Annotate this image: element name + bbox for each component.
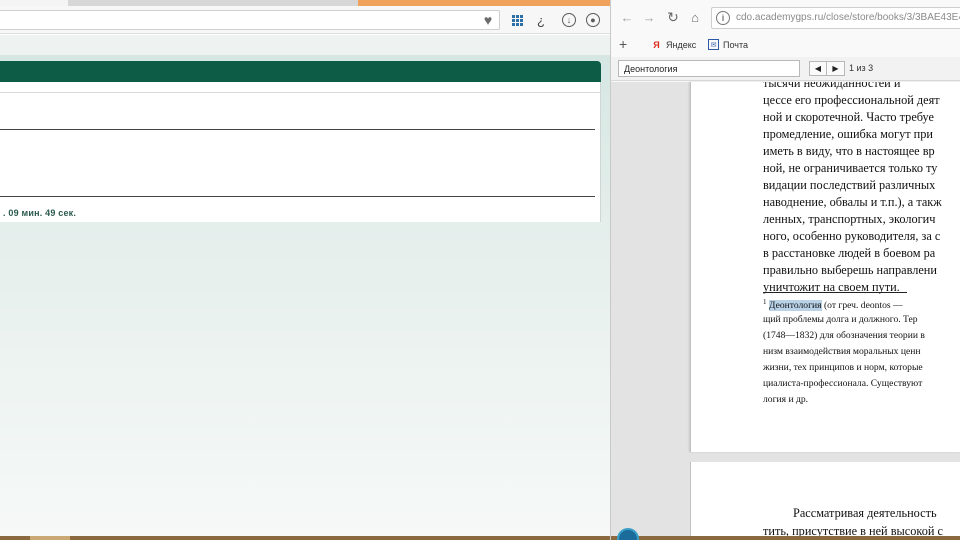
back-arrow-icon[interactable]: ← — [619, 9, 635, 25]
pdf-page: тысячи неожиданностей и цессе его профес… — [690, 82, 960, 452]
right-browser-window: ← → ↻ ⌂ i cdo.academygps.ru/close/store/… — [610, 0, 960, 540]
page-text-line: Рассматривая деятельность — [793, 506, 937, 520]
forward-arrow-icon[interactable]: → — [641, 9, 657, 25]
bookmark-yandex[interactable]: Я Яндекс — [651, 39, 696, 50]
footnote-text: (от греч. deontos — — [821, 300, 903, 312]
page-text-line: цессе его профессиональной деят — [763, 93, 940, 107]
address-bar[interactable]: i cdo.academygps.ru/close/store/books/3/… — [711, 7, 960, 29]
page-text-line: ной и скоротечной. Часто требуе — [763, 110, 935, 124]
footnote-line: 1 Деонтология (от греч. deontos — — [763, 298, 903, 312]
page-text-line: наводнение, обвалы и т.п.), а такж — [763, 195, 942, 209]
footnote-line: (1748—1832) для обозначения теории в — [763, 330, 925, 341]
row-divider — [0, 92, 601, 93]
find-bar: ◀ ▶ 1 из 3 — [611, 57, 960, 81]
panel-header — [0, 61, 601, 82]
divider-line — [0, 129, 595, 130]
footnote-line: циалиста-профессионала. Существуют — [763, 378, 923, 389]
desktop: ♥ ¿ ↓ ● . 09 мин. 49 сек. ← → ↻ ⌂ i cdo.… — [0, 0, 960, 540]
bookmark-mail[interactable]: ✉ Почта — [708, 39, 748, 50]
time-remaining-text: . 09 мин. 49 сек. — [3, 208, 77, 218]
search-highlight: Деонтология — [768, 300, 822, 312]
broom-icon[interactable]: ¿ — [532, 11, 550, 29]
footnote-line: жизни, тех принципов и норм, которые — [763, 362, 923, 373]
taskbar-strip — [0, 536, 610, 540]
find-input[interactable] — [618, 60, 800, 77]
page-text-line: иметь в виду, что в настоящее вр — [763, 144, 935, 158]
home-icon[interactable]: ⌂ — [687, 9, 703, 25]
address-bar[interactable] — [0, 10, 500, 30]
document-viewer[interactable]: тысячи неожиданностей и цессе его профес… — [611, 82, 960, 540]
page-text-line: правильно выберешь направлени — [763, 263, 937, 277]
page-text-line: тысячи неожиданностей и — [763, 82, 901, 90]
bookmark-label: Яндекс — [666, 39, 697, 50]
heart-icon[interactable]: ♥ — [479, 11, 497, 29]
page-text-line: ной, не ограничивается только ту — [763, 161, 938, 175]
page-text-line: промедление, ошибка могут при — [763, 127, 933, 141]
content-panel: . 09 мин. 49 сек. — [0, 82, 601, 222]
footnote-line: логия и др. — [763, 394, 809, 405]
footnote-line: низм взаимодействия моральных ценн — [763, 346, 921, 357]
find-match-count: 1 из 3 — [849, 63, 874, 73]
find-next-button[interactable]: ▶ — [827, 61, 845, 76]
pdf-page: Рассматривая деятельность тить, присутст… — [690, 462, 960, 540]
page-text-line: в расстановке людей в боевом ра — [763, 246, 936, 260]
divider-line — [0, 196, 595, 197]
mail-icon: ✉ — [708, 39, 719, 50]
taskbar-strip — [611, 528, 960, 540]
yandex-icon: Я — [653, 39, 660, 50]
navigation-bar: ← → ↻ ⌂ i cdo.academygps.ru/close/store/… — [611, 0, 960, 36]
apps-grid-icon[interactable] — [508, 11, 526, 29]
footnote-line: щий проблемы долга и должного. Тер — [763, 314, 918, 325]
bookmarks-bar: + Я Яндекс ✉ Почта — [611, 36, 960, 56]
page-text-line: видации последствий различных — [763, 178, 936, 192]
bookmark-label: Почта — [723, 39, 748, 50]
find-previous-button[interactable]: ◀ — [809, 61, 827, 76]
download-icon[interactable]: ↓ — [560, 11, 578, 29]
taskbar-item[interactable] — [30, 536, 70, 540]
plus-icon[interactable]: + — [619, 36, 627, 52]
toolbar-spacer — [0, 35, 610, 55]
url-text: cdo.academygps.ru/close/store/books/3/3B… — [736, 12, 960, 23]
footnote-marker: 1 — [763, 298, 767, 306]
reload-icon[interactable]: ↻ — [665, 9, 681, 25]
left-browser-window: ♥ ¿ ↓ ● . 09 мин. 49 сек. — [0, 0, 610, 540]
info-icon[interactable]: i — [716, 11, 730, 25]
account-icon[interactable]: ● — [584, 11, 602, 29]
page-text-line: ленных, транспортных, экологич — [763, 212, 936, 226]
browser-toolbar: ♥ ¿ ↓ ● — [0, 6, 610, 34]
page-text-line: ного, особенно руководителя, за с — [763, 229, 941, 243]
footnote-rule — [763, 292, 907, 293]
